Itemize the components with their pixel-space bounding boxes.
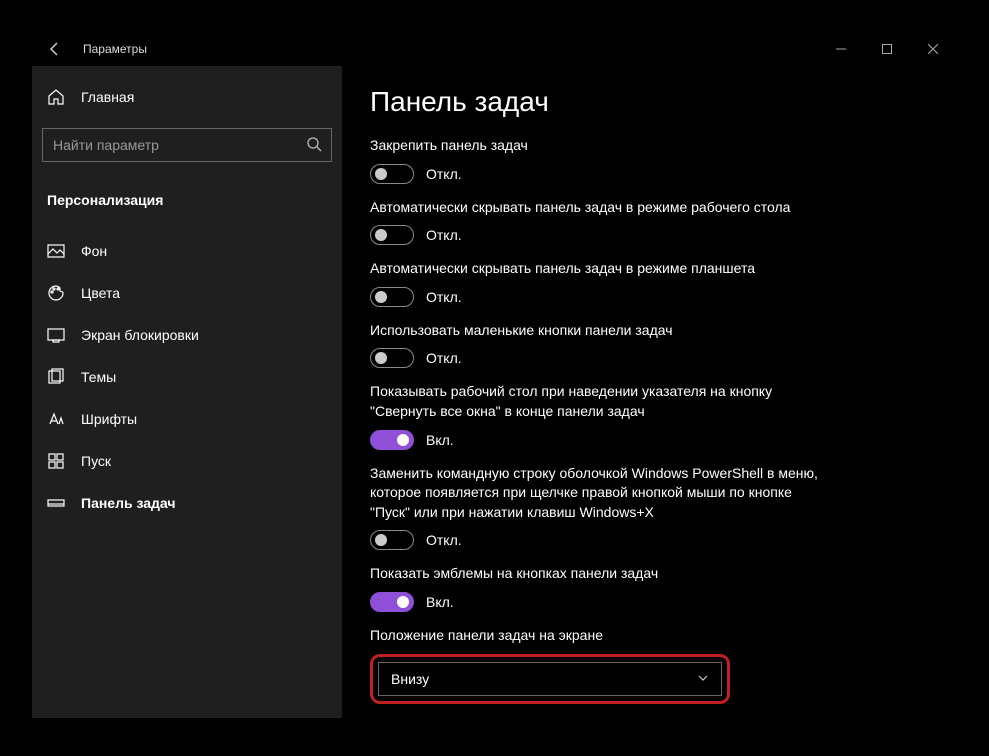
toggle-lock-taskbar[interactable] [370, 164, 414, 184]
picture-icon [47, 242, 65, 260]
toggle-badges[interactable] [370, 592, 414, 612]
setting-label: Использовать маленькие кнопки панели зад… [370, 321, 830, 341]
sidebar-item-label: Панель задач [81, 495, 176, 511]
maximize-icon [882, 44, 892, 54]
start-icon [47, 452, 65, 470]
toggle-knob [375, 291, 387, 303]
toggle-knob [375, 352, 387, 364]
toggle-state-text: Откл. [426, 289, 462, 305]
home-icon [47, 88, 65, 106]
search-input[interactable] [42, 128, 332, 162]
toggle-state-text: Откл. [426, 166, 462, 182]
home-link[interactable]: Главная [32, 76, 342, 118]
toggle-knob [397, 596, 409, 608]
sidebar-item-label: Цвета [81, 285, 120, 301]
sidebar-item-themes[interactable]: Темы [32, 356, 342, 398]
sidebar-item-label: Экран блокировки [81, 327, 199, 343]
close-icon [928, 44, 938, 54]
setting-small-buttons: Использовать маленькие кнопки панели зад… [370, 321, 936, 369]
home-label: Главная [81, 89, 134, 105]
palette-icon [47, 284, 65, 302]
setting-autohide-desktop: Автоматически скрывать панель задач в ре… [370, 198, 936, 246]
search-icon [306, 136, 322, 157]
chevron-down-icon [697, 671, 709, 687]
sidebar: Главная Персонализация Фон Цвета [32, 66, 342, 718]
fonts-icon [47, 410, 65, 428]
settings-window: Параметры Главная [32, 32, 956, 718]
sidebar-item-colors[interactable]: Цвета [32, 272, 342, 314]
app-title: Параметры [83, 42, 147, 56]
setting-taskbar-position: Положение панели задач на экране Внизу [370, 626, 936, 704]
sidebar-item-background[interactable]: Фон [32, 230, 342, 272]
toggle-knob [375, 229, 387, 241]
setting-lock-taskbar: Закрепить панель задач Откл. [370, 136, 936, 184]
sidebar-item-fonts[interactable]: Шрифты [32, 398, 342, 440]
main-area: Главная Персонализация Фон Цвета [32, 66, 956, 718]
sidebar-item-label: Фон [81, 243, 107, 259]
toggle-autohide-desktop[interactable] [370, 225, 414, 245]
titlebar: Параметры [32, 32, 956, 66]
setting-peek-desktop: Показывать рабочий стол при наведении ук… [370, 382, 936, 449]
setting-label: Закрепить панель задач [370, 136, 830, 156]
toggle-state-text: Откл. [426, 532, 462, 548]
setting-label: Показывать рабочий стол при наведении ук… [370, 382, 830, 421]
category-label: Персонализация [32, 176, 342, 230]
toggle-state-text: Откл. [426, 227, 462, 243]
toggle-state-text: Вкл. [426, 594, 454, 610]
setting-label: Показать эмблемы на кнопках панели задач [370, 564, 830, 584]
toggle-knob [375, 168, 387, 180]
setting-label: Автоматически скрывать панель задач в ре… [370, 259, 830, 279]
toggle-powershell[interactable] [370, 530, 414, 550]
setting-label: Положение панели задач на экране [370, 626, 830, 646]
sidebar-item-taskbar[interactable]: Панель задач [32, 482, 342, 524]
toggle-autohide-tablet[interactable] [370, 287, 414, 307]
setting-label: Автоматически скрывать панель задач в ре… [370, 198, 830, 218]
taskbar-position-dropdown[interactable]: Внизу [378, 662, 722, 696]
setting-powershell: Заменить командную строку оболочкой Wind… [370, 464, 936, 551]
setting-label: Заменить командную строку оболочкой Wind… [370, 464, 830, 523]
toggle-knob [397, 434, 409, 446]
toggle-peek-desktop[interactable] [370, 430, 414, 450]
page-title: Панель задач [370, 86, 936, 118]
maximize-button[interactable] [864, 32, 910, 66]
back-button[interactable] [32, 32, 78, 66]
dropdown-value: Внизу [391, 671, 429, 687]
dropdown-highlight: Внизу [370, 654, 730, 704]
minimize-icon [836, 44, 846, 54]
taskbar-icon [47, 494, 65, 512]
sidebar-item-start[interactable]: Пуск [32, 440, 342, 482]
toggle-knob [375, 534, 387, 546]
close-button[interactable] [910, 32, 956, 66]
toggle-state-text: Откл. [426, 350, 462, 366]
sidebar-item-label: Шрифты [81, 411, 137, 427]
back-arrow-icon [47, 41, 63, 57]
search-wrap [42, 128, 332, 162]
toggle-small-buttons[interactable] [370, 348, 414, 368]
minimize-button[interactable] [818, 32, 864, 66]
content-area: Панель задач Закрепить панель задач Откл… [342, 66, 956, 718]
sidebar-item-label: Темы [81, 369, 116, 385]
toggle-state-text: Вкл. [426, 432, 454, 448]
window-controls [818, 32, 956, 66]
themes-icon [47, 368, 65, 386]
lockscreen-icon [47, 326, 65, 344]
setting-autohide-tablet: Автоматически скрывать панель задач в ре… [370, 259, 936, 307]
sidebar-item-label: Пуск [81, 453, 111, 469]
setting-badges: Показать эмблемы на кнопках панели задач… [370, 564, 936, 612]
sidebar-item-lockscreen[interactable]: Экран блокировки [32, 314, 342, 356]
